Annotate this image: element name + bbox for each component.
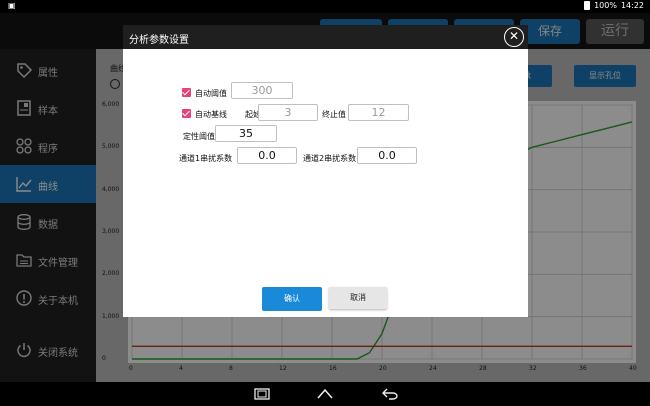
baseline-start-input[interactable]: 3: [258, 104, 318, 121]
ch1-crosstalk-input[interactable]: 0.0: [237, 147, 297, 164]
ch1-crosstalk-label: 通道1串扰系数: [179, 154, 233, 163]
confirm-button[interactable]: 确认: [262, 287, 322, 311]
clock: 14:22: [620, 1, 644, 10]
auto-threshold-label: 自动阈值: [195, 89, 227, 98]
battery-level: 100%: [594, 1, 617, 10]
analysis-params-dialog: 分析参数设置 ✕ 自动阈值 300 自动基线 起始值 3 终止值 12 定性阈值…: [123, 25, 528, 317]
auto-baseline-checkbox[interactable]: [182, 109, 191, 118]
back-icon[interactable]: [381, 388, 399, 400]
ch2-crosstalk-input[interactable]: 0.0: [357, 147, 417, 164]
baseline-stop-label: 终止值: [322, 110, 346, 119]
system-nav-bar: [0, 382, 650, 406]
ch2-crosstalk-label: 通道2串扰系数: [303, 154, 357, 163]
dialog-title: 分析参数设置: [129, 35, 189, 46]
recent-apps-icon[interactable]: [253, 388, 271, 400]
auto-threshold-input[interactable]: 300: [231, 82, 293, 99]
dialog-title-bar: 分析参数设置 ✕: [123, 25, 528, 49]
notification-icon: ▣: [8, 1, 16, 10]
battery-icon: [584, 1, 591, 10]
qualitative-threshold-label: 定性阈值: [183, 132, 215, 141]
baseline-stop-input[interactable]: 12: [348, 104, 409, 121]
home-icon[interactable]: [316, 388, 334, 400]
status-bar: ▣ 100% 14:22: [0, 0, 650, 13]
auto-threshold-checkbox[interactable]: [182, 88, 191, 97]
qualitative-threshold-input[interactable]: 35: [215, 125, 277, 142]
cancel-button[interactable]: 取消: [329, 287, 387, 309]
close-icon[interactable]: ✕: [504, 27, 524, 47]
auto-baseline-label: 自动基线: [195, 110, 227, 119]
app-screen: ▣ 100% 14:22 保存 运行 属性 样本 程序 曲线 数据 文件管理 关…: [0, 0, 650, 406]
